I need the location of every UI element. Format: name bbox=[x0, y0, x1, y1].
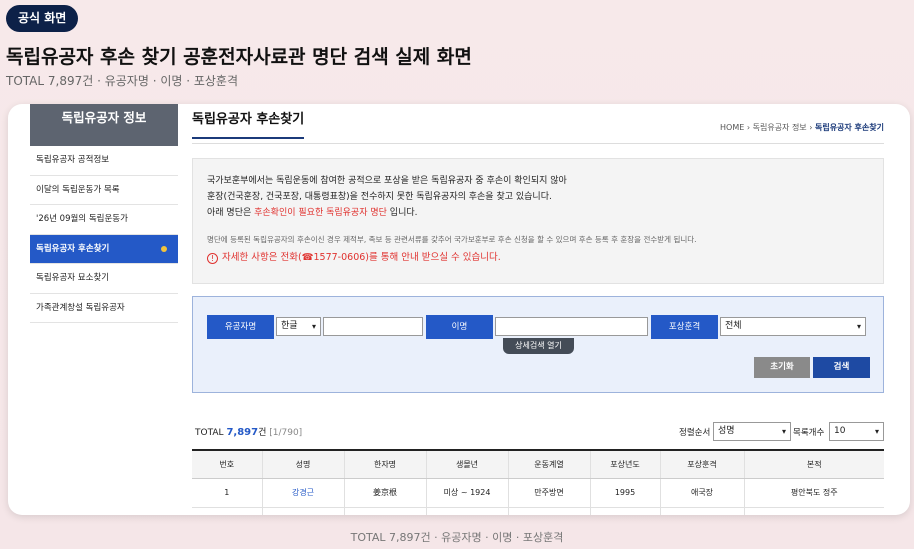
chevron-down-icon: ▾ bbox=[311, 322, 316, 331]
column-header: 번호 bbox=[192, 449, 263, 479]
notice-box: 국가보훈부에서는 독립운동에 참여한 공적으로 포상을 받은 독립유공자 중 후… bbox=[192, 158, 884, 284]
page-info: [1/790] bbox=[269, 428, 303, 438]
table-header-row: 번호 성명 한자명 생몰년 운동계열 포상년도 포상훈격 본적 bbox=[192, 449, 884, 479]
notice-warning: ! 자세한 사항은 전화(☎1577-0606)를 통해 안내 받으실 수 있습니… bbox=[207, 250, 869, 266]
total-unit: 건 bbox=[258, 428, 267, 438]
advanced-search-toggle[interactable]: 상세검색 열기 bbox=[503, 338, 574, 354]
sidebar-menu: 독립유공자 공적정보 이달의 독립운동가 목록 '26년 09월의 독립운동가 … bbox=[30, 146, 178, 323]
sidebar-item-family-registry[interactable]: 가족관계창설 독립유공자 bbox=[30, 294, 178, 323]
footer-caption: TOTAL 7,897건 · 유공자명 · 이명 · 포상훈격 bbox=[350, 531, 564, 544]
language-select[interactable]: 한글 ▾ bbox=[276, 317, 321, 336]
total-count: 7,897 bbox=[226, 427, 259, 438]
notice-highlight: 후손확인이 필요한 독립유공자 명단 bbox=[254, 208, 387, 218]
cell-award-year: 1995 bbox=[590, 478, 661, 508]
notice-small: 명단에 등록된 독립유공자의 후손이신 경우 제적부, 족보 등 관련서류를 갖… bbox=[207, 235, 697, 244]
sort-select-value: 성명 bbox=[718, 426, 735, 436]
column-header: 본적 bbox=[744, 449, 884, 479]
chevron-down-icon: ▾ bbox=[856, 322, 861, 331]
notice-line: 훈장(건국훈장, 건국포장, 대통령표창)을 전수하지 못한 독립유공자의 후손… bbox=[207, 192, 552, 202]
cell-lifespan: 미상 ~ 1924 bbox=[426, 478, 509, 508]
cell-domicile: 평안북도 정주 bbox=[744, 478, 884, 508]
cell-number: 1 bbox=[192, 478, 263, 508]
breadcrumb-parent[interactable]: 독립유공자 정보 bbox=[753, 123, 807, 132]
breadcrumb-current: 독립유공자 후손찾기 bbox=[814, 123, 884, 132]
sidebar-item-label: 독립유공자 공적정보 bbox=[36, 155, 110, 165]
sort-label: 정렬순서 bbox=[679, 428, 711, 438]
rank-select-value: 전체 bbox=[725, 321, 742, 331]
sidebar-item-label: '26년 09월의 독립운동가 bbox=[36, 214, 128, 224]
breadcrumb-separator: › bbox=[809, 123, 813, 132]
search-button[interactable]: 검색 bbox=[813, 357, 870, 378]
alias-label: 이명 bbox=[426, 315, 493, 339]
chevron-down-icon: ▾ bbox=[781, 427, 786, 436]
per-page-select[interactable]: 10 ▾ bbox=[829, 422, 884, 441]
total-label: TOTAL bbox=[195, 428, 224, 438]
search-panel: 유공자명 한글 ▾ 이명 포상훈격 전체 ▾ 상세검색 열기 초기화 검색 bbox=[192, 296, 884, 393]
sidebar-item-merit-info[interactable]: 독립유공자 공적정보 bbox=[30, 146, 178, 176]
column-header: 포상년도 bbox=[590, 449, 661, 479]
cell-hanja: 姜京根 bbox=[344, 478, 427, 508]
sidebar-item-label: 이달의 독립운동가 목록 bbox=[36, 184, 120, 195]
breadcrumb-home[interactable]: HOME bbox=[720, 123, 744, 132]
sidebar: 독립유공자 정보 독립유공자 공적정보 이달의 독립운동가 목록 '26년 09… bbox=[30, 104, 178, 323]
column-header: 포상훈격 bbox=[660, 449, 745, 479]
sort-select[interactable]: 성명 ▾ bbox=[713, 422, 791, 441]
official-badge: 공식 화면 bbox=[6, 5, 79, 32]
alias-input[interactable] bbox=[495, 317, 648, 336]
breadcrumb: HOME › 독립유공자 정보 › 독립유공자 후손찾기 bbox=[720, 122, 884, 133]
rank-select[interactable]: 전체 ▾ bbox=[720, 317, 866, 336]
cell-name-link[interactable]: 강경근 bbox=[262, 478, 345, 508]
notice-text: 아래 명단은 bbox=[207, 208, 255, 218]
sidebar-item-label: 독립유공자 후손찾기 bbox=[36, 243, 110, 254]
headline: 독립유공자 후손 찾기 공훈전자사료관 명단 검색 실제 화면 bbox=[6, 46, 472, 68]
screenshot-card: 독립유공자 정보 독립유공자 공적정보 이달의 독립운동가 목록 '26년 09… bbox=[8, 104, 910, 515]
sidebar-item-label: 가족관계창설 독립유공자 bbox=[36, 302, 125, 313]
sidebar-item-this-month[interactable]: '26년 09월의 독립운동가 bbox=[30, 205, 178, 235]
name-input[interactable] bbox=[323, 317, 423, 336]
active-dot-icon bbox=[161, 245, 167, 252]
table-row: 1 강경근 姜京根 미상 ~ 1924 만주방면 1995 애국장 평안북도 정… bbox=[192, 478, 884, 508]
column-header: 운동계열 bbox=[508, 449, 591, 479]
results-table: 번호 성명 한자명 생몰년 운동계열 포상년도 포상훈격 본적 1 강경근 姜京… bbox=[192, 449, 884, 515]
breadcrumb-separator: › bbox=[746, 123, 751, 132]
column-header: 성명 bbox=[262, 449, 345, 479]
notice-text: 입니다. bbox=[386, 208, 418, 218]
sidebar-title: 독립유공자 정보 bbox=[30, 104, 178, 146]
sidebar-item-grave-search[interactable]: 독립유공자 묘소찾기 bbox=[30, 264, 178, 294]
chevron-down-icon: ▾ bbox=[874, 427, 879, 436]
name-label: 유공자명 bbox=[207, 315, 274, 339]
language-select-value: 한글 bbox=[281, 321, 298, 331]
column-header: 한자명 bbox=[344, 449, 427, 479]
notice-line: 아래 명단은 후손확인이 필요한 독립유공자 명단 입니다. bbox=[207, 205, 869, 221]
notice-line: 국가보훈부에서는 독립운동에 참여한 공적으로 포상을 받은 독립유공자 중 후… bbox=[207, 176, 567, 186]
cell-movement: 만주방면 bbox=[508, 478, 591, 508]
per-page-select-value: 10 bbox=[834, 426, 846, 436]
rank-label: 포상훈격 bbox=[651, 315, 718, 339]
table-row bbox=[192, 507, 884, 515]
page-title: 독립유공자 후손찾기 bbox=[192, 108, 305, 139]
result-total: TOTAL 7,897건 [1/790] bbox=[195, 425, 302, 438]
sidebar-item-label: 독립유공자 묘소찾기 bbox=[36, 273, 110, 283]
warning-icon: ! bbox=[207, 253, 218, 264]
column-header: 생몰년 bbox=[426, 449, 509, 479]
sidebar-item-monthly-list[interactable]: 이달의 독립운동가 목록 bbox=[30, 176, 178, 205]
sidebar-item-descendant-search[interactable]: 독립유공자 후손찾기 bbox=[30, 234, 178, 264]
per-page-label: 목록개수 bbox=[793, 428, 825, 438]
title-divider bbox=[192, 143, 884, 144]
reset-button[interactable]: 초기화 bbox=[754, 357, 810, 378]
subline: TOTAL 7,897건 · 유공자명 · 이명 · 포상훈격 bbox=[6, 74, 239, 88]
warning-text: 자세한 사항은 전화(☎1577-0606)를 통해 안내 받으실 수 있습니다… bbox=[222, 252, 501, 263]
cell-award-rank: 애국장 bbox=[660, 478, 745, 508]
